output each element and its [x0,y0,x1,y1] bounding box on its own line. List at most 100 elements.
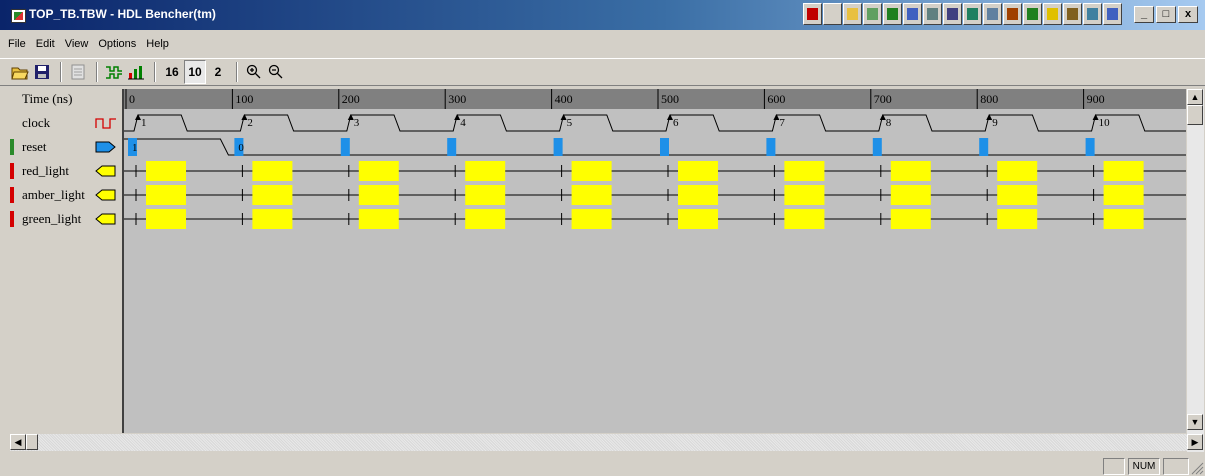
document-icon[interactable] [68,61,88,83]
expected-output-box[interactable] [465,209,506,229]
open-folder-icon[interactable] [843,3,862,25]
time-ruler[interactable] [124,89,1186,109]
waveform-canvas[interactable]: 0 100 200 300 400 500 600 700 800 9001 2 3 4 5 6 7 8 9 101… [124,89,1186,433]
find-icon[interactable] [923,3,942,25]
app-icon[interactable] [11,9,26,23]
wizard-icon[interactable] [983,3,1002,25]
expected-output-box[interactable] [890,161,931,181]
expected-output-box[interactable] [1103,209,1144,229]
expected-output-box[interactable] [678,161,718,181]
open-folder-icon[interactable] [10,61,30,83]
time-tick-label: 200 [342,92,360,106]
expected-output-box[interactable] [146,185,186,205]
expected-output-box[interactable] [358,161,399,181]
expected-output-box[interactable] [252,209,293,229]
expected-output-box[interactable] [997,209,1038,229]
waveform-icon[interactable] [104,61,124,83]
expected-output-box[interactable] [784,161,825,181]
scroll-thumb[interactable] [1187,105,1203,125]
expected-output-box[interactable] [252,161,293,181]
expected-output-box[interactable] [678,209,718,229]
signal-row-reset[interactable]: reset [10,135,122,159]
signal-name: green_light [22,211,82,226]
minimize-button[interactable]: _ [1134,6,1154,23]
clock-edge-label: 10 [1099,117,1111,129]
menu-file[interactable]: File [8,38,26,50]
expected-output-box[interactable] [1103,185,1144,205]
waveform-panel[interactable]: 0 100 200 300 400 500 600 700 800 900 1 2 3 4 5 6 7 8 9 10 1… [124,89,1186,433]
expected-output-box[interactable] [571,185,612,205]
scroll-down-arrow-icon[interactable]: ▼ [1187,414,1203,430]
x-letter-icon[interactable] [883,3,902,25]
signal-row-red-light[interactable]: red_light [10,159,122,183]
signal-name: red_light [22,163,69,178]
menu-help[interactable]: Help [146,38,169,50]
zoom-out-icon[interactable] [266,61,286,83]
expected-output-box[interactable] [571,209,612,229]
menu-options[interactable]: Options [98,38,136,50]
bar-chart-icon[interactable] [126,61,146,83]
resize-grip-icon[interactable] [1190,461,1204,475]
stimulus-marker[interactable] [340,138,350,156]
output-marker [10,187,14,203]
reset-value-label: 1 [132,142,138,154]
menu-view[interactable]: View [65,38,89,50]
signal-row-clock[interactable]: clock [10,111,122,135]
scroll-right-arrow-icon[interactable]: ▶ [1187,434,1203,450]
scroll-up-arrow-icon[interactable]: ▲ [1187,89,1203,105]
stimulus-marker[interactable] [660,138,669,156]
stimulus-marker[interactable] [979,138,989,156]
bug-icon[interactable] [1003,3,1022,25]
hscroll-thumb[interactable] [26,434,38,450]
stimulus-marker[interactable] [553,138,563,156]
expected-output-box[interactable] [358,185,399,205]
maximize-button[interactable]: □ [1156,6,1176,23]
chip-icon[interactable] [943,3,962,25]
expected-output-box[interactable] [465,185,506,205]
expected-output-box[interactable] [465,161,506,181]
scroll-left-arrow-icon[interactable]: ◀ [10,434,26,450]
expected-output-box[interactable] [571,161,612,181]
stimulus-marker[interactable] [447,138,457,156]
tool-icon[interactable] [1063,3,1082,25]
radix-10-button[interactable]: 10 [184,60,206,84]
expected-output-box[interactable] [784,185,825,205]
vertical-scrollbar[interactable]: ▲ ▼ ▶ [1187,89,1204,452]
new-doc-icon[interactable] [823,3,842,25]
expected-output-box[interactable] [358,209,399,229]
help-icon[interactable] [1103,3,1122,25]
expected-output-box[interactable] [678,185,718,205]
menu-edit[interactable]: Edit [36,38,55,50]
window-icon[interactable] [903,3,922,25]
stimulus-marker[interactable] [872,138,882,156]
expected-output-box[interactable] [890,185,931,205]
stimulus-marker[interactable] [1085,138,1095,156]
expected-output-box[interactable] [252,185,293,205]
expected-output-box[interactable] [997,185,1038,205]
radix-16-button[interactable]: 16 [162,61,182,83]
expected-output-box[interactable] [1103,161,1144,181]
signal-row-green-light[interactable]: green_light [10,207,122,231]
zoom-in-icon[interactable] [244,61,264,83]
expected-output-box[interactable] [997,161,1038,181]
globe-icon[interactable] [1023,3,1042,25]
n-letter-icon[interactable] [963,3,982,25]
expected-output-box[interactable] [890,209,931,229]
lightning-icon[interactable] [1043,3,1062,25]
radix-2-button[interactable]: 2 [208,61,228,83]
clock-edge-label: 6 [673,117,679,129]
close-button[interactable]: x [1178,6,1198,23]
clock-edge-label: 1 [141,117,147,129]
save-disk-icon[interactable] [32,61,52,83]
w-letter-icon[interactable] [863,3,882,25]
horizontal-scrollbar[interactable]: ◀ [10,434,1187,451]
time-header-label: Time (ns) [22,91,73,106]
expected-output-box[interactable] [784,209,825,229]
app-block-icon[interactable] [803,3,822,25]
signal-row-amber-light[interactable]: amber_light [10,183,122,207]
title-bar[interactable]: TOP_TB.TBW - HDL Bencher(tm) _ □ x [0,0,1205,30]
image-icon[interactable] [1083,3,1102,25]
expected-output-box[interactable] [146,209,186,229]
stimulus-marker[interactable] [766,138,776,156]
expected-output-box[interactable] [146,161,186,181]
